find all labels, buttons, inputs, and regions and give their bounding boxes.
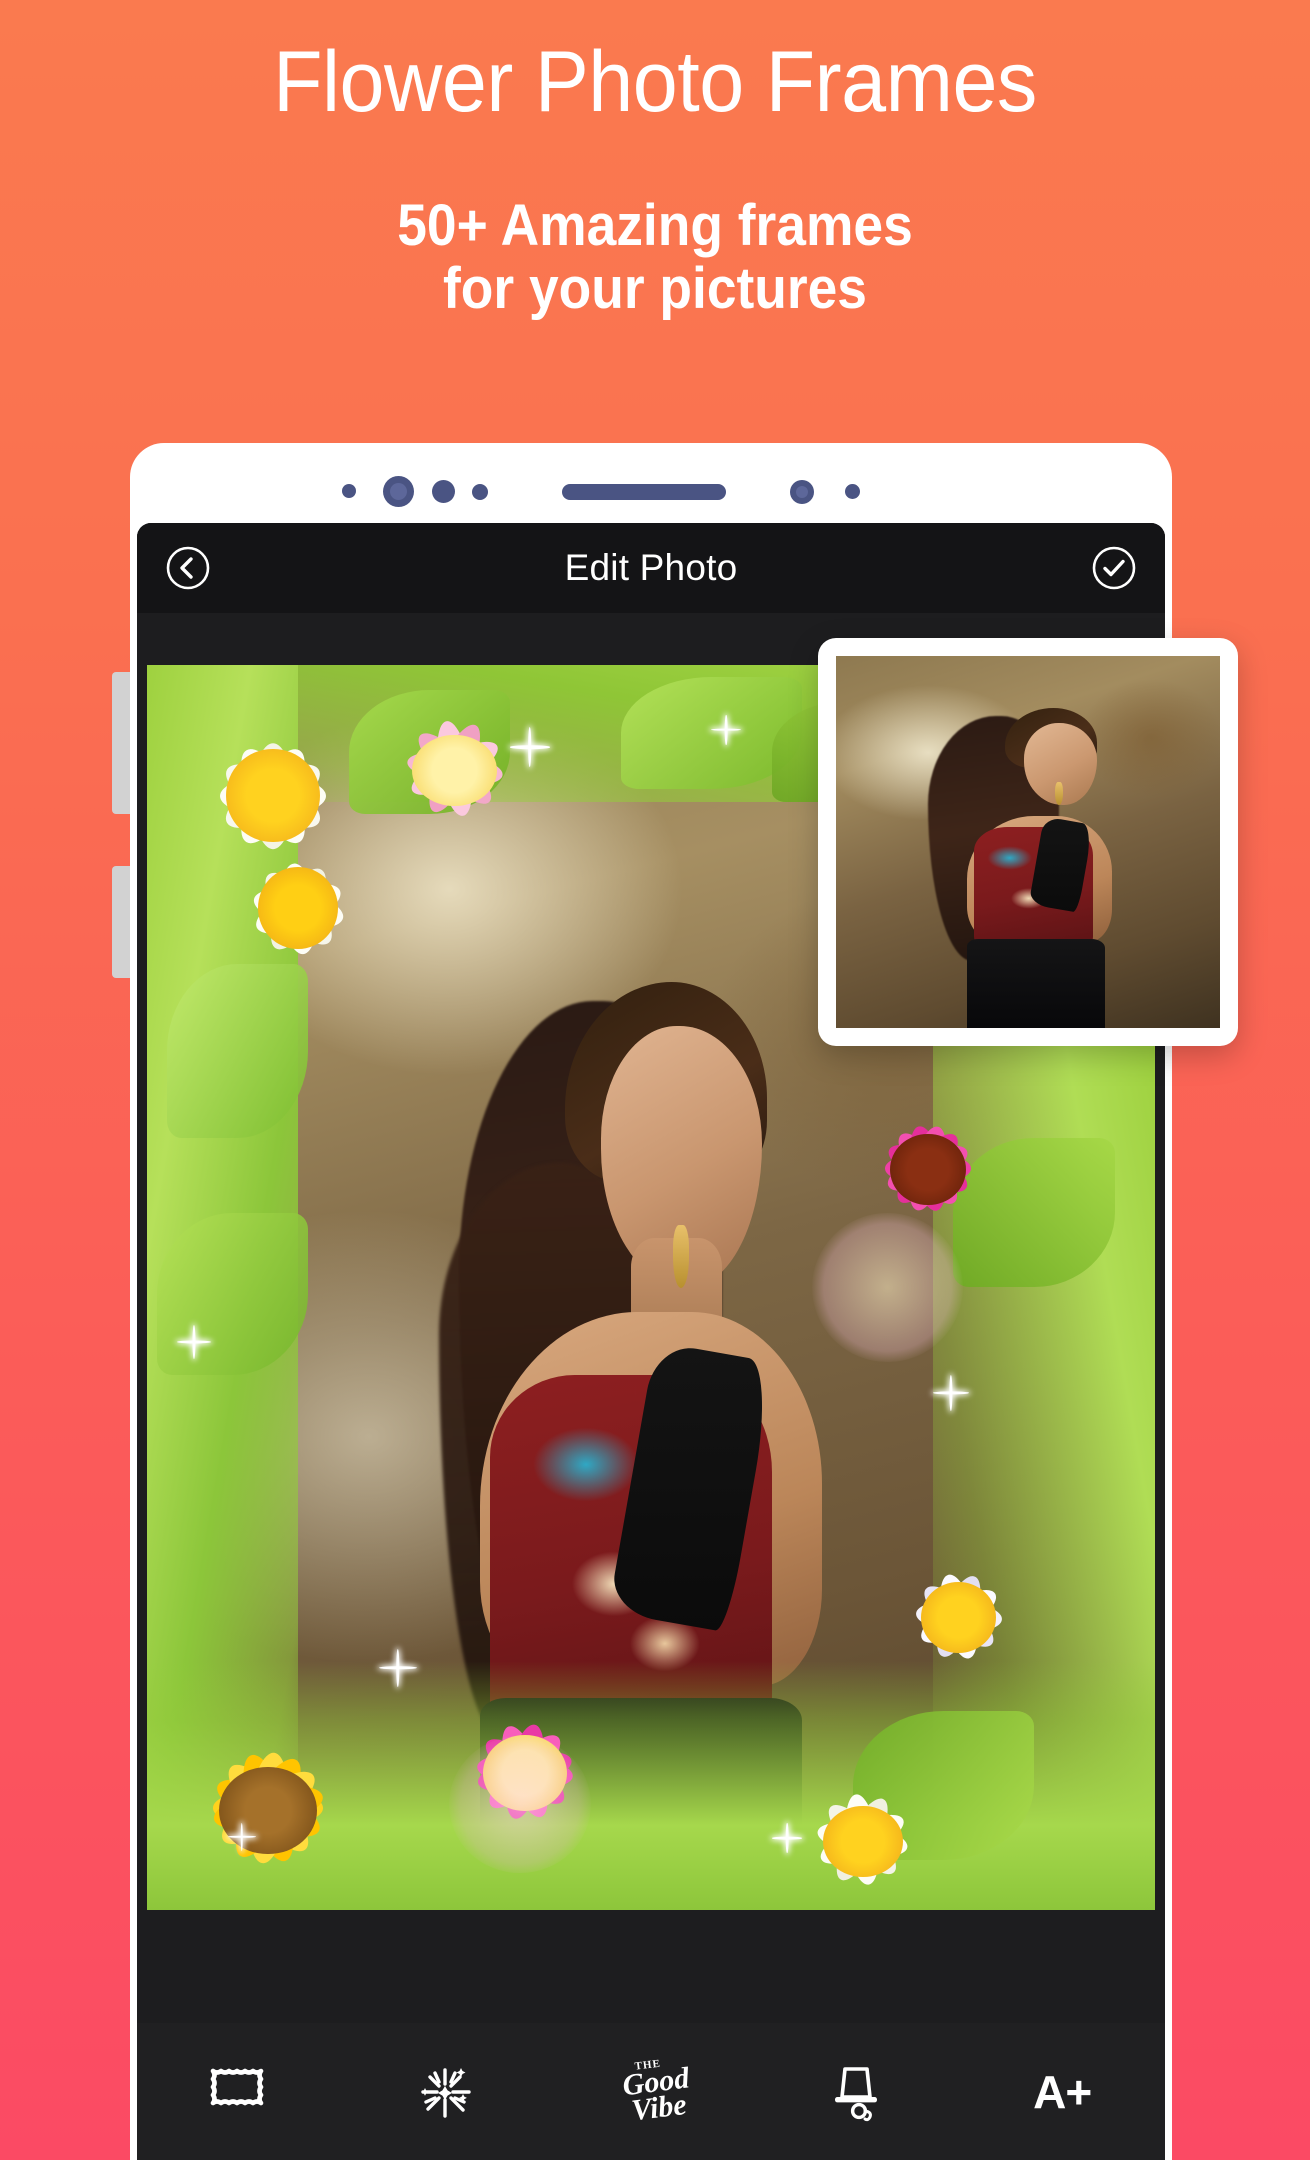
source-photo-thumbnail-card[interactable] <box>818 638 1238 1046</box>
volume-button[interactable] <box>112 672 130 814</box>
toolbar-item-stickers[interactable]: THE Good Vibe <box>591 2037 711 2147</box>
phone-top-bezel <box>130 443 1172 523</box>
front-camera-icon <box>383 476 414 507</box>
top-hat-monocle-icon <box>834 2066 877 2121</box>
editor-toolbar: THE Good Vibe A+ <box>137 2023 1165 2160</box>
promo-subtitle-line-2: for your pictures <box>442 255 867 321</box>
earpiece-speaker-icon <box>562 484 726 500</box>
app-bar: Edit Photo <box>137 523 1165 613</box>
chevron-left-circle-icon <box>166 546 210 590</box>
toolbar-item-props[interactable] <box>797 2037 917 2147</box>
sensor-dot-right-icon <box>790 480 814 504</box>
app-bar-title: Edit Photo <box>564 547 738 588</box>
sensor-dot-small-2-icon <box>472 484 488 500</box>
promo-subtitle: 50+ Amazing frames for your pictures <box>52 193 1257 321</box>
source-photo-thumbnail <box>836 656 1220 1028</box>
toolbar-item-frame[interactable] <box>180 2037 300 2147</box>
promo-subtitle-line-1: 50+ Amazing frames <box>397 193 913 258</box>
back-button[interactable] <box>165 545 211 591</box>
power-button[interactable] <box>112 866 130 978</box>
check-circle-icon <box>1092 546 1136 590</box>
thumbnail-earring <box>1054 782 1063 805</box>
good-vibe-sticker-icon: THE Good Vibe <box>588 2054 715 2129</box>
sensor-dot-medium-icon <box>432 480 455 503</box>
sensor-dot-small-icon <box>342 484 356 498</box>
toolbar-item-text[interactable]: A+ <box>1002 2037 1122 2147</box>
toolbar-item-effects[interactable] <box>385 2037 505 2147</box>
thumbnail-skirt <box>966 938 1105 1028</box>
text-add-icon: A+ <box>1033 2065 1092 2118</box>
phone-side-buttons <box>112 672 130 978</box>
sparkle-magic-icon <box>421 2067 472 2118</box>
sensor-dot-right-small-icon <box>845 484 860 499</box>
picture-frame-icon <box>210 2068 264 2105</box>
portrait-skirt <box>479 1698 803 1910</box>
page-title: Flower Photo Frames <box>273 34 1037 130</box>
done-button[interactable] <box>1091 545 1137 591</box>
